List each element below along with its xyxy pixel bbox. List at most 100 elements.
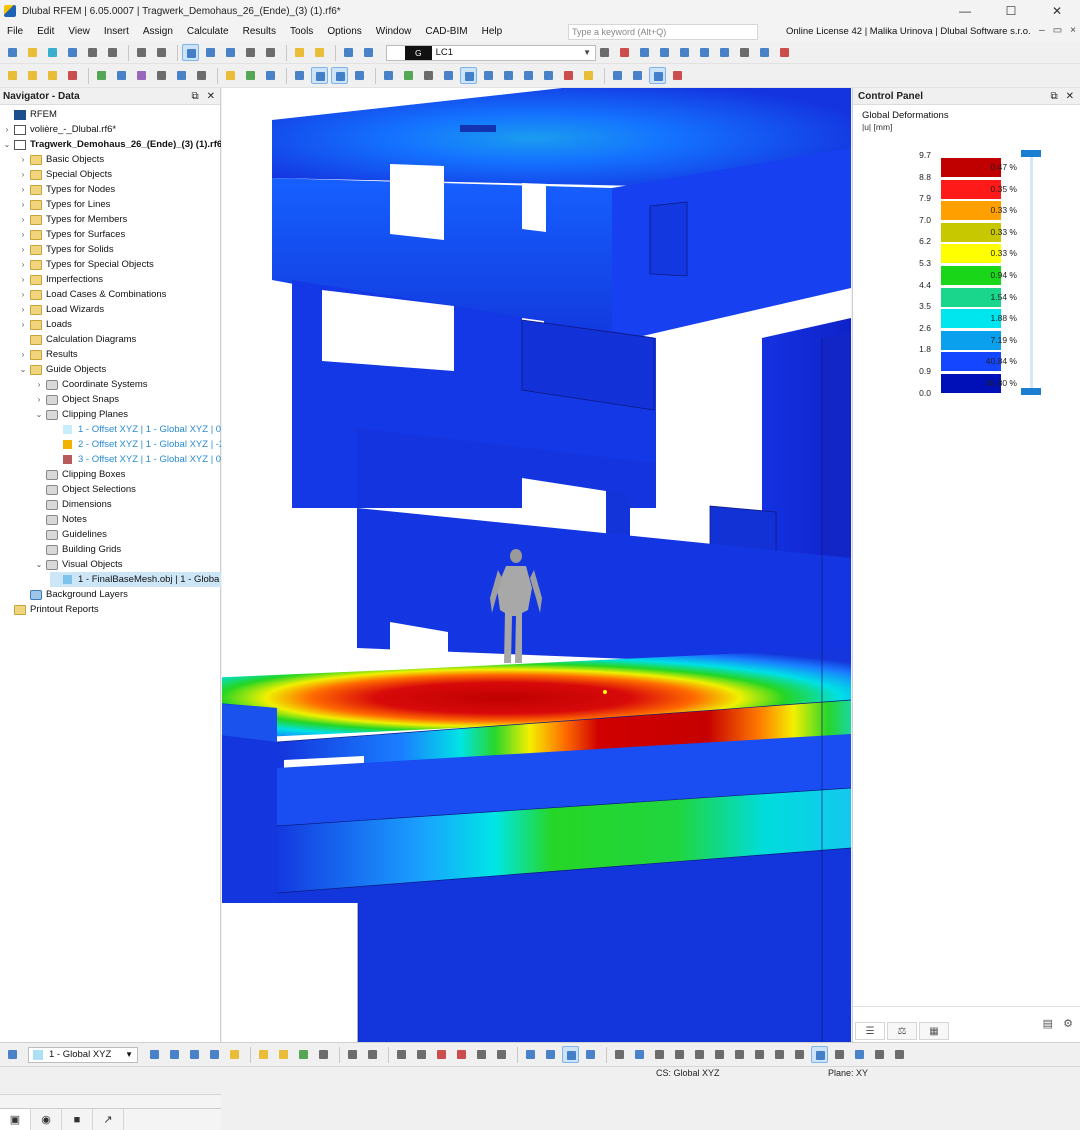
- color-scale-icon[interactable]: [580, 67, 597, 84]
- tree-visual-object[interactable]: 1 - FinalBaseMesh.obj | 1 - Globa: [50, 572, 221, 587]
- tree-guide-object[interactable]: Notes: [34, 512, 221, 527]
- printout-icon[interactable]: [222, 44, 239, 61]
- snap-surface-icon[interactable]: [226, 1046, 243, 1063]
- snap-ring-icon[interactable]: [731, 1046, 748, 1063]
- snap-dot-icon[interactable]: [791, 1046, 808, 1063]
- visibility-icon[interactable]: [351, 67, 368, 84]
- view-plane-icon[interactable]: [891, 1046, 908, 1063]
- scale-icon[interactable]: [736, 44, 753, 61]
- move-icon[interactable]: [173, 67, 190, 84]
- chevron-right-icon[interactable]: ›: [18, 230, 28, 239]
- plane-icon[interactable]: [851, 1046, 868, 1063]
- tree-clipping-plane[interactable]: 1 - Offset XYZ | 1 - Global XYZ | 0.0: [50, 422, 221, 437]
- tree-guide-object[interactable]: Dimensions: [34, 497, 221, 512]
- chevron-right-icon[interactable]: ›: [18, 305, 28, 314]
- filter-icon[interactable]: [291, 67, 308, 84]
- previous-load-case-icon[interactable]: [596, 44, 613, 61]
- tree-folder[interactable]: Calculation Diagrams: [18, 332, 221, 347]
- tree-folder[interactable]: Printout Reports: [2, 602, 221, 617]
- ribbon-minimize-icon[interactable]: –: [1039, 25, 1045, 36]
- parallel-icon[interactable]: [393, 1046, 410, 1063]
- show-results-icon[interactable]: [636, 44, 653, 61]
- ribbon-restore-icon[interactable]: ▭: [1053, 25, 1062, 36]
- grid-icon[interactable]: [609, 67, 626, 84]
- menu-cad-bim[interactable]: CAD-BIM: [418, 22, 474, 42]
- tree-folder[interactable]: › Types for Nodes: [18, 182, 221, 197]
- zoom-icon[interactable]: [275, 1046, 292, 1063]
- chevron-right-icon[interactable]: ›: [18, 200, 28, 209]
- active-grid-icon[interactable]: [562, 1046, 579, 1063]
- tree-guide-object[interactable]: › Object Snaps: [34, 392, 221, 407]
- chevron-right-icon[interactable]: ›: [18, 320, 28, 329]
- tree-folder[interactable]: › Types for Solids: [18, 242, 221, 257]
- search-input[interactable]: Type a keyword (Alt+Q): [568, 24, 758, 40]
- calculate-icon[interactable]: [311, 44, 328, 61]
- cs-icon[interactable]: [4, 1046, 21, 1063]
- deformation-icon[interactable]: [360, 44, 377, 61]
- save-icon[interactable]: [84, 44, 101, 61]
- chevron-down-icon[interactable]: ⌄: [2, 140, 12, 149]
- results-icon[interactable]: [340, 44, 357, 61]
- menu-results[interactable]: Results: [236, 22, 283, 42]
- display-icon[interactable]: [756, 44, 773, 61]
- tree-folder[interactable]: Background Layers: [18, 587, 221, 602]
- colors-icon[interactable]: [560, 67, 577, 84]
- node-icon[interactable]: [4, 67, 21, 84]
- coordinate-icon[interactable]: [669, 67, 686, 84]
- tree-clipping-plane[interactable]: 2 - Offset XYZ | 1 - Global XYZ | -2.: [50, 437, 221, 452]
- tree-folder[interactable]: › Loads: [18, 317, 221, 332]
- arc-icon[interactable]: [433, 1046, 450, 1063]
- web-icon[interactable]: [64, 44, 81, 61]
- chevron-right-icon[interactable]: ›: [18, 260, 28, 269]
- line-tool-icon[interactable]: [344, 1046, 361, 1063]
- rotate-icon[interactable]: [295, 1046, 312, 1063]
- tree-guide-object[interactable]: Object Selections: [34, 482, 221, 497]
- new-file-icon[interactable]: [4, 44, 21, 61]
- clipping-box-icon[interactable]: [331, 67, 348, 84]
- perspective-icon[interactable]: [540, 67, 557, 84]
- spline-icon[interactable]: [493, 1046, 510, 1063]
- rendering-icon[interactable]: [400, 67, 417, 84]
- iso-view-icon[interactable]: [460, 67, 477, 84]
- snap-cross-icon[interactable]: [671, 1046, 688, 1063]
- tree-folder[interactable]: › Types for Lines: [18, 197, 221, 212]
- dlubal-center-icon[interactable]: [44, 44, 61, 61]
- measure-icon[interactable]: [315, 1046, 332, 1063]
- tree-folder[interactable]: › Special Objects: [18, 167, 221, 182]
- maximize-button[interactable]: ☐: [988, 0, 1034, 22]
- tab-data-icon[interactable]: ▣: [0, 1109, 31, 1130]
- model-check-icon[interactable]: [291, 44, 308, 61]
- menu-insert[interactable]: Insert: [97, 22, 136, 42]
- tab-factors-icon[interactable]: ▦: [919, 1022, 949, 1040]
- load-case-select[interactable]: G LC1 ▼: [386, 44, 596, 61]
- view-y-icon[interactable]: [500, 67, 517, 84]
- chevron-right-icon[interactable]: ›: [18, 275, 28, 284]
- undo-icon[interactable]: [133, 44, 150, 61]
- chevron-down-icon[interactable]: ⌄: [34, 410, 44, 419]
- snap-box-icon[interactable]: [691, 1046, 708, 1063]
- tree-root-rfem[interactable]: RFEM: [2, 107, 221, 122]
- menu-window[interactable]: Window: [369, 22, 419, 42]
- curve-icon[interactable]: [473, 1046, 490, 1063]
- tree-guide-object[interactable]: Clipping Boxes: [34, 467, 221, 482]
- view-data-icon[interactable]: [182, 44, 199, 61]
- member-icon[interactable]: [44, 67, 61, 84]
- close-results-icon[interactable]: [776, 44, 793, 61]
- snap-line-icon[interactable]: [166, 1046, 183, 1063]
- select-icon[interactable]: [262, 67, 279, 84]
- solid-icon[interactable]: [133, 67, 150, 84]
- menu-assign[interactable]: Assign: [136, 22, 180, 42]
- solid-render-icon[interactable]: [420, 67, 437, 84]
- menu-view[interactable]: View: [61, 22, 97, 42]
- perpendicular-icon[interactable]: [413, 1046, 430, 1063]
- close-button[interactable]: ✕: [1034, 0, 1080, 22]
- polyline-icon[interactable]: [364, 1046, 381, 1063]
- tab-display-icon[interactable]: ◉: [31, 1109, 62, 1130]
- snap-center-icon[interactable]: [651, 1046, 668, 1063]
- dimension-icon[interactable]: [222, 67, 239, 84]
- menu-options[interactable]: Options: [320, 22, 368, 42]
- chevron-right-icon[interactable]: ›: [18, 170, 28, 179]
- tree-guide-object[interactable]: ⌄ Visual Objects: [34, 557, 221, 572]
- tree-file[interactable]: ⌄ Tragwerk_Demohaus_26_(Ende)_(3) (1).rf6…: [2, 137, 221, 152]
- surface-icon[interactable]: [113, 67, 130, 84]
